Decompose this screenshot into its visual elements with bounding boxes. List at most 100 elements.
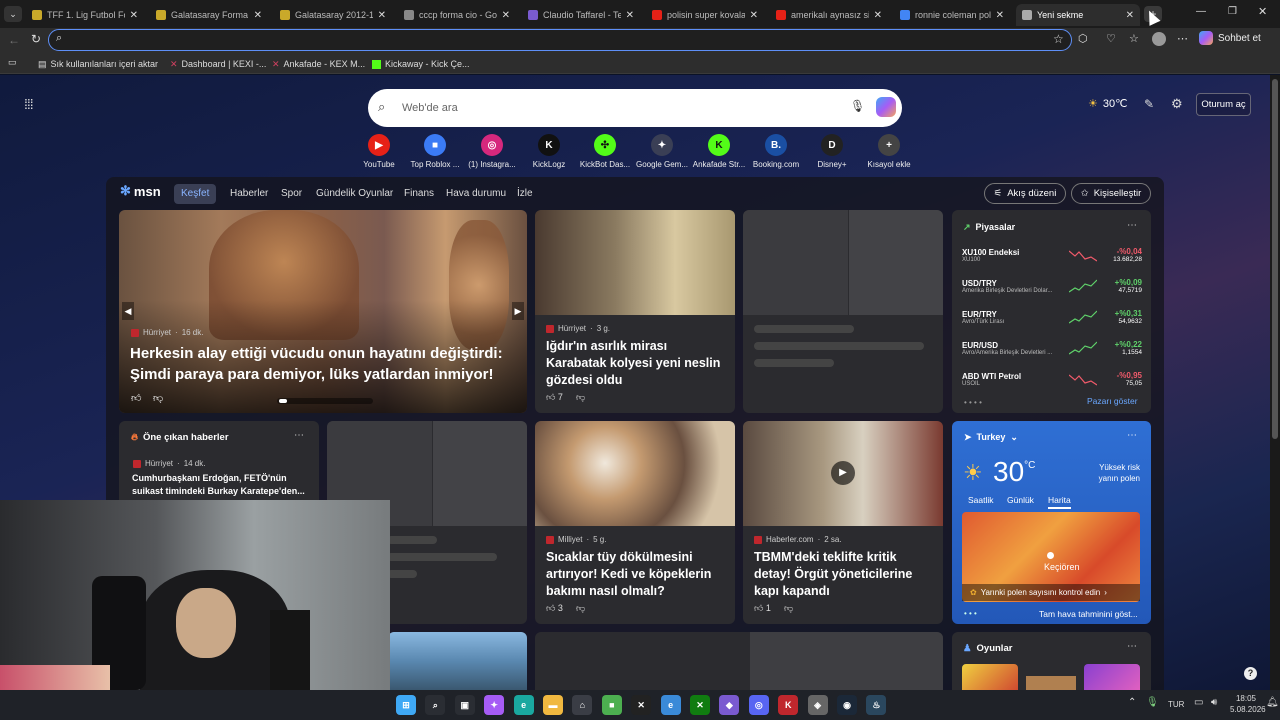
carousel-prev-button[interactable]: ◀ (122, 302, 134, 320)
settings-gear-icon[interactable]: ⚙ (1171, 96, 1183, 112)
close-window-button[interactable]: ✕ (1258, 5, 1272, 18)
shortcut-4[interactable]: ✣ KickBot Das... (575, 134, 635, 169)
msn-nav-item-0[interactable]: Keşfet (174, 184, 217, 204)
dislike-icon[interactable]: 👎︎ (153, 392, 163, 404)
shortcut-0[interactable]: ▶ YouTube (349, 134, 409, 169)
bookmark-kickaway[interactable]: Kickaway - Kick Çe... (372, 56, 470, 72)
pollen-link[interactable]: ✿ Yarınki polen sayısını kontrol edin › (962, 584, 1140, 601)
shortcut-9[interactable]: + Kısayol ekle (859, 134, 919, 169)
msn-nav-item-6[interactable]: İzle (517, 186, 533, 202)
browser-tab[interactable]: Galatasaray Forma tarih ✕ (150, 4, 268, 26)
close-tab-icon[interactable]: ✕ (750, 10, 758, 21)
msn-nav-item-5[interactable]: Hava durumu (446, 186, 506, 202)
browser-tab[interactable]: Claudio Taffarel - Tekni ✕ (522, 4, 640, 26)
market-row[interactable]: USD/TRY Amerika Birleşik Devletleri Dolar… (962, 272, 1142, 300)
top-news-headline[interactable]: Cumhurbaşkanı Erdoğan, FETÖ'nün suikast … (132, 472, 310, 498)
close-tab-icon[interactable]: ✕ (130, 10, 138, 21)
store-icon[interactable]: ⌂ (572, 695, 593, 715)
close-tab-icon[interactable]: ✕ (626, 10, 634, 21)
shortcut-5[interactable]: ✦ Google Gem... (632, 134, 692, 169)
discord-icon[interactable]: ◎ (748, 695, 769, 715)
network-icon[interactable]: ▭ (1194, 697, 1203, 708)
extensions-icon[interactable]: ⬡ (1078, 32, 1088, 45)
notification-bell-icon[interactable]: 🔔︎ (1266, 697, 1279, 708)
tab-list-button[interactable]: ⌄ (4, 6, 22, 22)
collections-icon[interactable]: ☆ (1129, 32, 1139, 45)
web-search-input[interactable]: ⌕ Web'de ara 🎙︎ (368, 89, 902, 127)
shortcut-8[interactable]: D Disney+ (802, 134, 862, 169)
weather-tab-2[interactable]: Harita (1048, 495, 1071, 509)
shortcut-6[interactable]: K Ankafade Str... (689, 134, 749, 169)
like-icon[interactable]: 👍︎ 7 (546, 392, 563, 403)
market-row[interactable]: EUR/USD Avro/Amerika Birleşik Devletleri … (962, 334, 1142, 362)
shortcut-7[interactable]: B. Booking.com (746, 134, 806, 169)
weather-tab-1[interactable]: Günlük (1007, 495, 1034, 505)
pollen-alert[interactable]: Yüksek risk yanın polen (1080, 462, 1140, 484)
close-tab-icon[interactable]: ✕ (874, 10, 882, 21)
more-options-icon[interactable]: ⋯ (1127, 220, 1137, 231)
minecraft-icon[interactable]: ■ (601, 695, 622, 715)
app-launcher-icon[interactable]: ⁞⁞⁞ (24, 96, 34, 112)
article-card[interactable]: Milliyet · 5 g. Sıcaklar tüy dökülmesini a… (535, 421, 735, 624)
volume-icon[interactable]: 🔊︎ (1211, 697, 1217, 708)
weather-tab-0[interactable]: Saatlik (968, 495, 994, 505)
profile-avatar[interactable] (1152, 32, 1166, 46)
microphone-icon[interactable]: 🎙︎ (1146, 697, 1159, 708)
capcut-icon[interactable]: ✕ (631, 695, 652, 715)
play-icon[interactable]: ▶ (831, 461, 855, 485)
minimize-button[interactable]: — (1196, 6, 1210, 17)
favorite-star-icon[interactable]: ☆ (1053, 32, 1064, 46)
weather-pager[interactable]: • • • (964, 609, 977, 618)
market-row[interactable]: XU100 Endeksi XU100 -%0,04 13.682,28 (962, 241, 1142, 269)
msn-nav-item-1[interactable]: Haberler (230, 186, 268, 202)
steam-icon[interactable]: ◉ (837, 695, 857, 715)
file-explorer-icon[interactable]: ▬ (543, 695, 563, 715)
sidebar-toggle-icon[interactable]: ▭ (8, 57, 17, 68)
article-card[interactable]: Hürriyet · 3 g. Iğdır'ın asırlık mirası Ka… (535, 210, 735, 413)
search-icon[interactable]: ⌕ (425, 695, 446, 715)
back-icon[interactable]: ← (8, 33, 20, 47)
address-bar[interactable] (48, 29, 1072, 51)
browser-tab[interactable]: Galatasaray 2012-13 Fo ✕ (274, 4, 392, 26)
maximize-button[interactable]: ❐ (1228, 6, 1242, 17)
tray-chevron-icon[interactable]: ⌃ (1128, 697, 1136, 708)
carousel-next-button[interactable]: ▶ (512, 302, 524, 320)
task-view-icon[interactable]: ▣ (454, 695, 475, 715)
close-tab-icon[interactable]: ✕ (254, 10, 262, 21)
like-icon[interactable]: 👍︎ 3 (546, 603, 563, 614)
windows-start-icon[interactable]: ⊞ (396, 695, 416, 715)
video-article-card[interactable]: ▶ Haberler.com · 2 sa. TBMM'deki teklifte … (743, 421, 943, 624)
weather-region[interactable]: ➤ Turkey ⌄ (964, 432, 1018, 443)
msn-nav-item-4[interactable]: Finans (404, 186, 434, 202)
msn-nav-item-2[interactable]: Spor (281, 186, 302, 202)
shortcut-2[interactable]: ◎ (1) Instagra... (462, 134, 522, 169)
msn-nav-item-3[interactable]: Gündelik Oyunlar (316, 186, 393, 202)
dislike-icon[interactable]: 👎︎ (576, 392, 585, 403)
edge-icon[interactable]: e (660, 695, 681, 715)
browser-tab[interactable]: Yeni sekme ✕ (1016, 4, 1140, 26)
bookmark-ankafade[interactable]: ✕ Ankafade - KEX M... (272, 56, 365, 72)
pencil-icon[interactable]: ✎ (1144, 97, 1154, 111)
xbox-icon[interactable]: ✕ (690, 695, 710, 715)
browser-tab[interactable]: TFF 1. Lig Futbol Forma ✕ (26, 4, 144, 26)
market-row[interactable]: ABD WTI Petrol USOIL -%0,95 75,05 (962, 365, 1142, 393)
signin-button[interactable]: Oturum aç (1196, 93, 1251, 116)
more-menu-icon[interactable]: ⋯ (1177, 32, 1188, 45)
shortcut-3[interactable]: K KickLogz (519, 134, 579, 169)
market-row[interactable]: EUR/TRY Avro/Türk Lirası +%0,31 54,9632 (962, 303, 1142, 331)
feed-layout-button[interactable]: ⚟ Akış düzeni (984, 183, 1066, 204)
refresh-icon[interactable]: ↻ (31, 32, 41, 46)
close-tab-icon[interactable]: ✕ (1126, 10, 1134, 21)
close-tab-icon[interactable]: ✕ (996, 10, 1004, 21)
show-market-link[interactable]: Pazarı göster (1087, 396, 1138, 406)
close-tab-icon[interactable]: ✕ (502, 10, 510, 21)
full-forecast-link[interactable]: Tam hava tahminini göst... (1039, 609, 1138, 619)
markets-pager[interactable]: • • • • (964, 398, 982, 407)
close-tab-icon[interactable]: ✕ (378, 10, 386, 21)
bookmark-dashboard[interactable]: ✕ Dashboard | KEXI -... (170, 56, 266, 72)
page-scrollbar[interactable] (1270, 75, 1280, 690)
personalize-button[interactable]: ✩ Kişiselleştir (1071, 183, 1151, 204)
microphone-icon[interactable]: 🎙︎ (850, 99, 865, 113)
browser-tab[interactable]: cccp forma cio - Google ✕ (398, 4, 516, 26)
game-thumbnail[interactable] (1084, 664, 1140, 690)
